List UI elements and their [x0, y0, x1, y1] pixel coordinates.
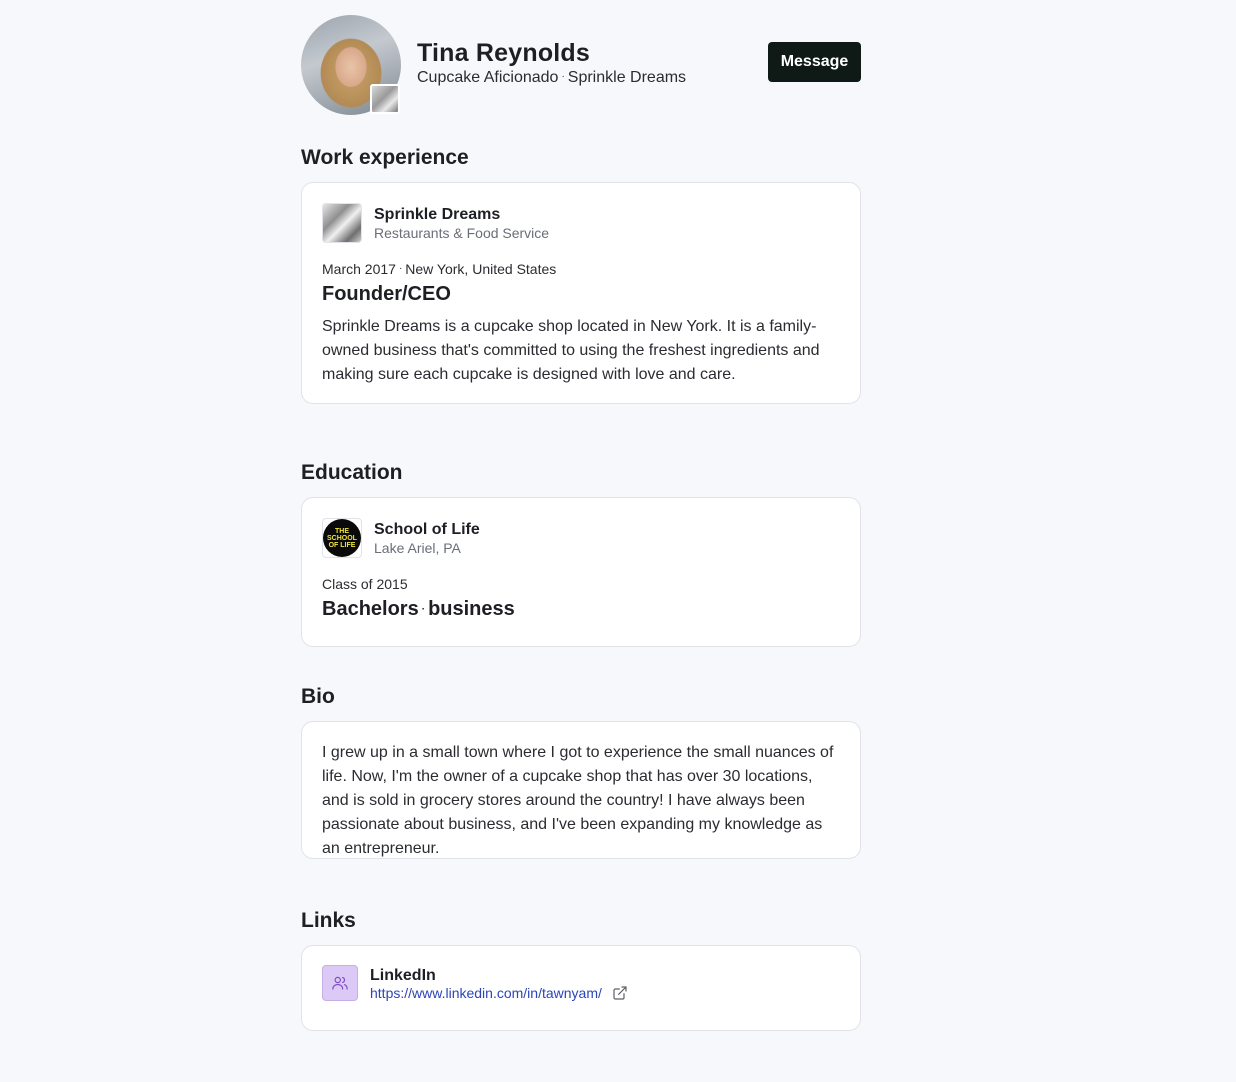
profile-header: Tina Reynolds Cupcake Aficionado · Sprinkl…	[301, 15, 861, 116]
school-logo: THE SCHOOL OF LIFE	[322, 518, 362, 558]
profile-tagline: Cupcake Aficionado · Sprinkle Dreams	[417, 69, 686, 87]
work-location: New York, United States	[405, 261, 557, 277]
separator-dot: ·	[421, 604, 426, 615]
bio-card: I grew up in a small town where I got to…	[301, 721, 861, 859]
bio-text: I grew up in a small town where I got to…	[322, 744, 834, 857]
separator-dot: ·	[398, 263, 403, 274]
school-location: Lake Ariel, PA	[374, 539, 461, 556]
profile-company: Sprinkle Dreams	[567, 69, 687, 86]
work-org-name: Sprinkle Dreams	[374, 205, 501, 223]
link-name: LinkedIn	[370, 966, 436, 984]
section-title-work: Work experience	[301, 146, 469, 169]
link-item: LinkedIn https://www.linkedin.com/in/taw…	[322, 965, 840, 1001]
work-card: Sprinkle Dreams Restaurants & Food Servi…	[301, 182, 861, 404]
work-org-industry: Restaurants & Food Service	[374, 224, 550, 241]
work-section: Work experience Sprinkle Dreams Restaura…	[301, 146, 861, 404]
company-logo	[322, 203, 362, 243]
profile-title: Cupcake Aficionado	[417, 69, 559, 86]
work-role: Founder/CEO	[322, 283, 451, 305]
degree-line: Bachelors · business	[322, 598, 840, 621]
section-title-education: Education	[301, 461, 403, 484]
school-name: School of Life	[374, 520, 480, 538]
work-org-row: Sprinkle Dreams Restaurants & Food Servi…	[322, 203, 840, 243]
links-card: LinkedIn https://www.linkedin.com/in/taw…	[301, 945, 861, 1031]
education-section: Education THE SCHOOL OF LIFE School of Lif…	[301, 461, 861, 647]
work-meta: March 2017 · New York, United States	[322, 261, 840, 277]
work-start: March 2017	[322, 261, 396, 277]
degree: Bachelors	[322, 598, 419, 620]
message-button[interactable]: Message	[768, 42, 861, 82]
external-link-icon[interactable]	[612, 985, 628, 1001]
separator-dot: ·	[561, 71, 565, 82]
section-title-links: Links	[301, 909, 356, 932]
work-description: Sprinkle Dreams is a cupcake shop locate…	[322, 318, 820, 383]
class-of: Class of 2015	[322, 576, 408, 592]
profile-page: Tina Reynolds Cupcake Aficionado · Sprinkl…	[301, 15, 861, 1031]
link-url[interactable]: https://www.linkedin.com/in/tawnyam/	[370, 985, 602, 1001]
section-title-bio: Bio	[301, 685, 335, 708]
links-section: Links LinkedIn https://www.linkedin.com/…	[301, 909, 861, 1031]
people-icon	[322, 965, 358, 1001]
bio-section: Bio I grew up in a small town where I go…	[301, 685, 861, 859]
education-org-row: THE SCHOOL OF LIFE School of Life Lake Ari…	[322, 518, 840, 558]
profile-name: Tina Reynolds	[417, 39, 591, 67]
field-of-study: business	[428, 598, 515, 620]
education-card: THE SCHOOL OF LIFE School of Life Lake Ari…	[301, 497, 861, 647]
company-badge-image	[370, 84, 400, 114]
